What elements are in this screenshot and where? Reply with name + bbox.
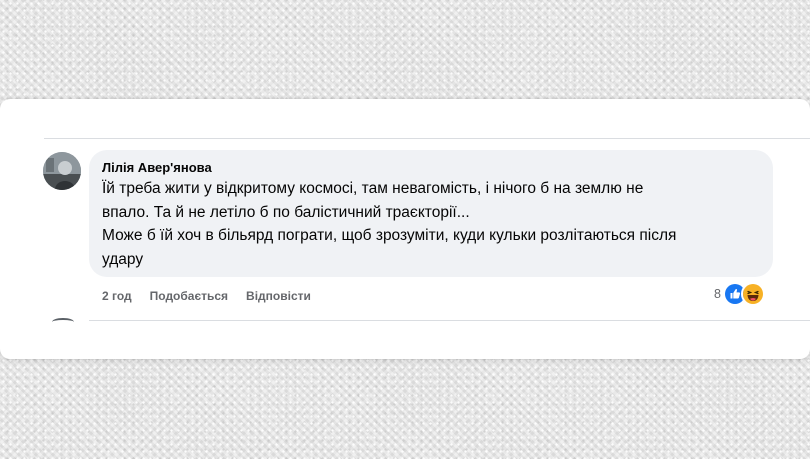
comment-timestamp[interactable]: 2 год bbox=[102, 288, 132, 304]
comment-text: Їй треба жити у відкритому космосі, там … bbox=[102, 180, 677, 268]
next-comment-avatar-edge bbox=[52, 318, 74, 326]
divider-line bbox=[44, 138, 810, 139]
comment-author[interactable]: Лілія Авер'янова bbox=[101, 159, 761, 176]
comment-actions: 2 год Подобається Відповісти bbox=[102, 288, 311, 304]
page-background: { "comment": { "author": "Лілія Авер'яно… bbox=[0, 0, 810, 459]
comment-card: Лілія Авер'янова Їй треба жити у відкрит… bbox=[0, 99, 810, 359]
comment-bubble: Лілія Авер'янова Їй треба жити у відкрит… bbox=[89, 150, 773, 277]
avatar-photo-icon bbox=[43, 152, 81, 190]
avatar[interactable] bbox=[43, 152, 81, 190]
divider-line bbox=[89, 320, 810, 321]
reply-button[interactable]: Відповісти bbox=[246, 288, 311, 304]
haha-icon bbox=[740, 282, 765, 306]
like-button[interactable]: Подобається bbox=[150, 288, 228, 304]
reactions-summary[interactable]: 8 bbox=[714, 282, 765, 306]
reaction-count: 8 bbox=[714, 287, 721, 301]
